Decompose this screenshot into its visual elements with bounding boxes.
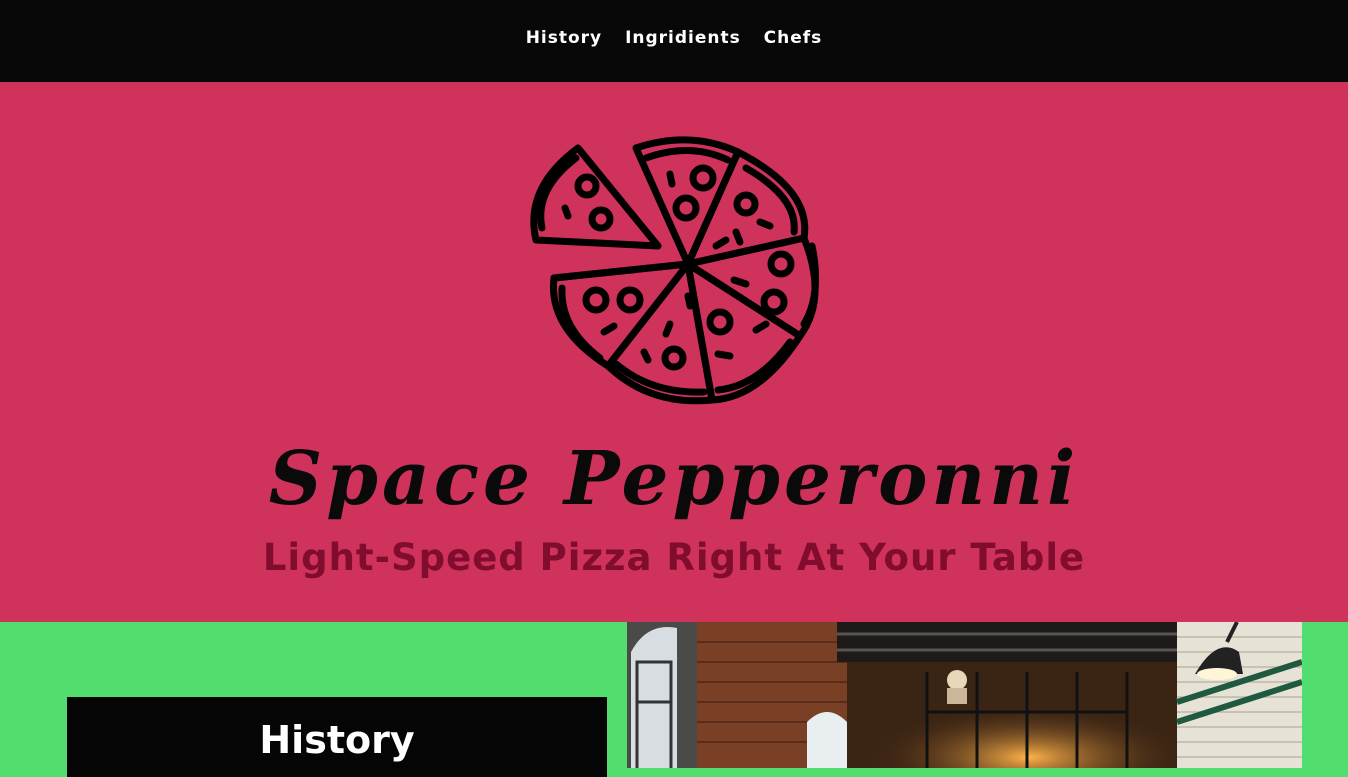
tagline: Light-Speed Pizza Right At Your Table	[262, 536, 1086, 579]
nav-link-chefs[interactable]: Chefs	[764, 28, 823, 48]
brand-title: Space Pepperonni	[268, 436, 1080, 522]
restaurant-interior-photo	[627, 622, 1302, 768]
pizza-icon	[530, 136, 820, 405]
hero-banner: Space Pepperonni Light-Speed Pizza Right…	[0, 82, 1348, 622]
nav-link-history[interactable]: History	[526, 28, 602, 48]
restaurant-photo-illustration	[627, 622, 1302, 768]
top-navbar: History Ingridients Chefs	[0, 0, 1348, 82]
nav-links: History Ingridients Chefs	[0, 28, 1348, 48]
history-heading: History	[259, 718, 415, 762]
nav-link-ingridients[interactable]: Ingridients	[625, 28, 741, 48]
history-section: History	[0, 622, 1348, 777]
history-card: History	[67, 697, 607, 777]
